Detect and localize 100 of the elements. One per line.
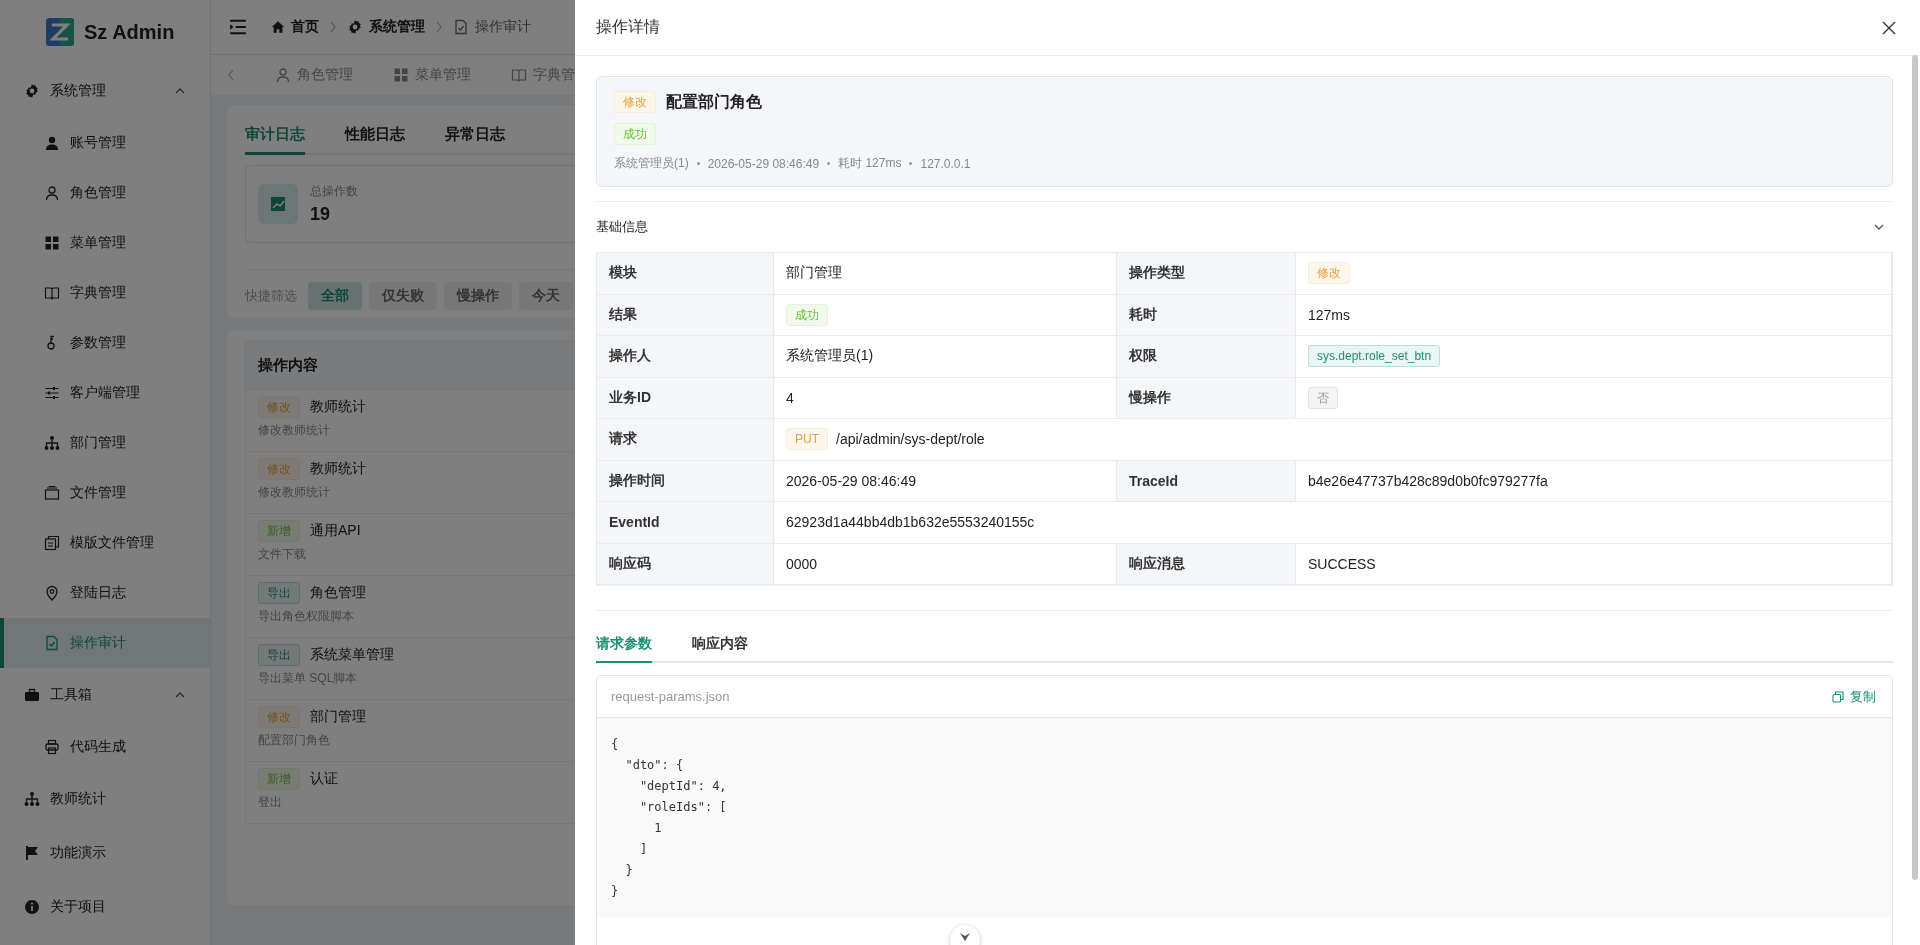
copy-icon [1832, 690, 1844, 703]
field-label: EventId [597, 502, 774, 544]
caret-down-icon [959, 931, 971, 943]
sidebar-item[interactable]: 文件管理 [0, 468, 210, 518]
sidebar-group[interactable]: 关于项目 [0, 880, 210, 934]
home-icon [271, 20, 285, 34]
sidebar-item[interactable]: 客户端管理 [0, 368, 210, 418]
code-line: "dto": { [624, 757, 685, 774]
code-line: { [611, 736, 620, 753]
sidebar-item[interactable]: 参数管理 [0, 318, 210, 368]
field-label: 操作时间 [597, 460, 774, 502]
operation-tag: 导出 [258, 582, 300, 604]
operation-tag: 修改 [258, 396, 300, 418]
operation-tag: 修改 [258, 458, 300, 480]
drawer-title: 操作详情 [596, 17, 660, 37]
field-value: /api/admin/sys-dept/role [836, 431, 985, 448]
gear-icon [24, 83, 40, 99]
row-title: 认证 [310, 770, 338, 788]
code-line: 1 [653, 820, 663, 837]
briefcase-icon [24, 687, 40, 703]
meta-text: 耗时 127ms [838, 155, 902, 172]
sidebar-item[interactable]: 代码生成 [0, 722, 210, 772]
method-tag: PUT [786, 428, 828, 451]
close-icon[interactable] [1882, 20, 1896, 35]
field-value: 4 [786, 389, 794, 406]
separator-dot [827, 162, 831, 165]
tray-icon [44, 485, 60, 501]
field-label: 响应码 [597, 543, 774, 585]
field-value: 2026-05-29 08:46:49 [786, 472, 916, 489]
field-label: 结果 [597, 294, 774, 336]
sidebar-item[interactable]: 模版文件管理 [0, 518, 210, 568]
user-icon [44, 185, 60, 201]
sidebar-group[interactable]: 教师统计 [0, 772, 210, 826]
operation-tag: 新增 [258, 520, 300, 542]
detail-tab[interactable]: 请求参数 [596, 635, 652, 663]
scrollbar-thumb[interactable] [1912, 55, 1918, 880]
detail-tab[interactable]: 响应内容 [692, 635, 748, 663]
copy-button[interactable]: 复制 [1832, 687, 1876, 706]
field-tag: 否 [1308, 386, 1338, 409]
printer-icon [44, 739, 60, 755]
field-label: 耗时 [1117, 294, 1296, 336]
code-line: "roleIds": [ [638, 799, 728, 816]
document-check-icon [453, 19, 469, 35]
book-icon [511, 67, 527, 83]
field-value: b4e26e47737b428c89d0b0fc979277fa [1308, 472, 1548, 489]
menu-fold-icon[interactable] [229, 18, 247, 36]
user-icon [44, 135, 60, 151]
row-title: 角色管理 [310, 584, 366, 602]
field-label: 操作人 [597, 336, 774, 378]
breadcrumb-link[interactable]: 首页 [271, 18, 319, 36]
field-label: 权限 [1117, 336, 1296, 378]
field-label: 请求 [597, 419, 774, 461]
sidebar-item[interactable]: 字典管理 [0, 268, 210, 318]
operation-tag: 修改 [258, 706, 300, 728]
stat-value: 19 [310, 204, 332, 225]
flag-icon [24, 845, 40, 861]
row-title: 系统菜单管理 [310, 646, 394, 664]
info-icon [24, 899, 40, 915]
sidebar-group[interactable]: 工具箱 [0, 668, 210, 722]
file-name: request-params.json [611, 689, 730, 704]
gear-icon [347, 19, 363, 35]
sidebar-item[interactable]: 登陆日志 [0, 568, 210, 618]
summary-title: 配置部门角色 [666, 91, 762, 112]
hierarchy-icon [44, 435, 60, 451]
chevron-right-icon [329, 21, 337, 33]
breadcrumb-link[interactable]: 操作审计 [453, 18, 531, 36]
sidebar-item[interactable]: 部门管理 [0, 418, 210, 468]
location-pin-icon [44, 585, 60, 601]
separator-dot [696, 162, 700, 165]
field-value: 127ms [1308, 306, 1351, 323]
filter-button[interactable]: 仅失败 [369, 282, 437, 310]
log-tab[interactable]: 审计日志 [245, 125, 305, 155]
trend-chart-icon [258, 184, 298, 224]
row-title: 部门管理 [310, 708, 366, 726]
field-value: 部门管理 [786, 264, 842, 283]
meta-text: 127.0.0.1 [920, 156, 971, 171]
field-label: 模块 [597, 253, 774, 295]
sidebar-item[interactable]: 菜单管理 [0, 218, 210, 268]
section-header[interactable]: 基础信息 [596, 201, 1893, 252]
field-value: 62923d1a44bb4db1b632e5553240155c [786, 514, 1035, 531]
grid-icon [44, 235, 60, 251]
code-line: "deptId": 4, [638, 778, 728, 795]
filter-button[interactable]: 慢操作 [444, 282, 512, 310]
sidebar-group[interactable]: 系统管理 [0, 64, 210, 118]
sidebar-item[interactable]: 账号管理 [0, 118, 210, 168]
field-label: 操作类型 [1117, 253, 1296, 295]
field-label: TraceId [1117, 460, 1296, 502]
grid-icon [393, 67, 409, 83]
log-tab[interactable]: 异常日志 [445, 125, 505, 155]
sidebar-group[interactable]: 功能演示 [0, 826, 210, 880]
row-title: 教师统计 [310, 460, 366, 478]
document-check-icon [44, 635, 60, 651]
logo-icon [46, 18, 74, 46]
filter-button[interactable]: 今天 [519, 282, 573, 310]
breadcrumb-link[interactable]: 系统管理 [347, 18, 425, 36]
field-tag: 成功 [786, 303, 828, 326]
operation-tag: 导出 [258, 644, 300, 666]
meta-text: 系统管理员(1) [614, 155, 689, 172]
sidebar-item[interactable]: 角色管理 [0, 168, 210, 218]
log-tab[interactable]: 性能日志 [345, 125, 405, 155]
